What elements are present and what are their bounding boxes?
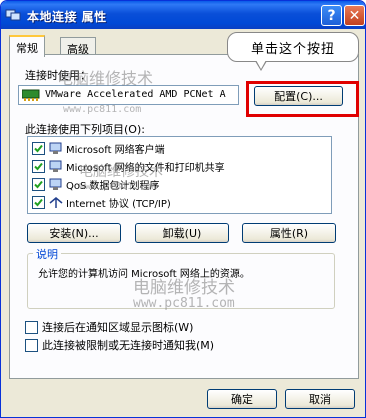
title-bar[interactable]: 本地连接 属性 ? ✕ bbox=[1, 1, 365, 29]
description-text: 允许您的计算机访问 Microsoft 网络上的资源。 bbox=[38, 269, 250, 280]
checkbox[interactable] bbox=[32, 177, 45, 191]
option-label: 连接后在通知区域显示图标(W) bbox=[42, 321, 194, 334]
file-printer-sharing-icon bbox=[49, 160, 62, 172]
callout-bubble: 单击这个按扭 bbox=[227, 32, 359, 62]
ok-button[interactable]: 确定 bbox=[207, 389, 277, 409]
checkmark-icon bbox=[34, 198, 43, 206]
description-group bbox=[27, 253, 335, 309]
checkbox[interactable] bbox=[25, 338, 38, 352]
callout-tail-inner bbox=[256, 60, 266, 69]
network-client-icon bbox=[49, 142, 62, 154]
components-list[interactable]: Microsoft 网络客户端 Microsoft 网络的文件和打印机共享 Qo… bbox=[27, 136, 332, 214]
window-title: 本地连接 属性 bbox=[27, 10, 107, 24]
list-item[interactable]: Internet 协议 (TCP/IP) bbox=[32, 194, 171, 210]
adapter-name: VMware Accelerated AMD PCNet A bbox=[45, 89, 226, 100]
adapter-field: VMware Accelerated AMD PCNet A bbox=[18, 85, 239, 105]
component-label: Microsoft 网络的文件和打印机共享 bbox=[66, 162, 225, 174]
install-button[interactable]: 安装(N)... bbox=[27, 223, 121, 243]
checkmark-icon bbox=[34, 144, 43, 152]
component-label: QoS 数据包计划程序 bbox=[66, 180, 160, 192]
connect-using-label: 连接时使用： bbox=[25, 69, 91, 82]
checkbox[interactable] bbox=[32, 141, 45, 155]
tab-advanced[interactable]: 高级 bbox=[60, 37, 96, 56]
configure-button[interactable]: 配置(C)... bbox=[254, 86, 343, 106]
close-button[interactable]: ✕ bbox=[344, 5, 365, 26]
option-label: 此连接被限制或无连接时通知我(M) bbox=[42, 339, 215, 352]
protocol-icon bbox=[49, 196, 63, 208]
checkbox[interactable] bbox=[25, 320, 38, 334]
help-button[interactable]: ? bbox=[321, 5, 342, 26]
description-title: 说明 bbox=[33, 246, 61, 262]
show-icon-option[interactable]: 连接后在通知区域显示图标(W) bbox=[25, 319, 193, 335]
network-connection-icon bbox=[5, 9, 21, 21]
cancel-button[interactable]: 取消 bbox=[285, 389, 355, 409]
tab-general[interactable]: 常规 bbox=[9, 35, 45, 57]
close-icon: ✕ bbox=[348, 7, 361, 24]
list-item[interactable]: Microsoft 网络客户端 bbox=[32, 140, 165, 156]
qos-scheduler-icon bbox=[49, 178, 62, 190]
component-label: Microsoft 网络客户端 bbox=[66, 144, 165, 156]
checkbox[interactable] bbox=[32, 195, 45, 209]
list-item[interactable]: QoS 数据包计划程序 bbox=[32, 176, 160, 192]
list-item[interactable]: Microsoft 网络的文件和打印机共享 bbox=[32, 158, 225, 174]
checkmark-icon bbox=[34, 180, 43, 188]
help-icon: ? bbox=[327, 7, 336, 24]
component-label: Internet 协议 (TCP/IP) bbox=[66, 198, 171, 210]
uninstall-button[interactable]: 卸载(U) bbox=[135, 223, 229, 243]
checkmark-icon bbox=[34, 162, 43, 170]
components-label: 此连接使用下列项目(O): bbox=[25, 123, 145, 136]
properties-dialog: 本地连接 属性 ? ✕ 常规 高级 连接时使用： VMware Accelera… bbox=[0, 0, 366, 418]
network-adapter-icon bbox=[22, 89, 40, 101]
checkbox[interactable] bbox=[32, 159, 45, 173]
properties-button[interactable]: 属性(R) bbox=[242, 223, 336, 243]
notify-limited-option[interactable]: 此连接被限制或无连接时通知我(M) bbox=[25, 337, 214, 353]
